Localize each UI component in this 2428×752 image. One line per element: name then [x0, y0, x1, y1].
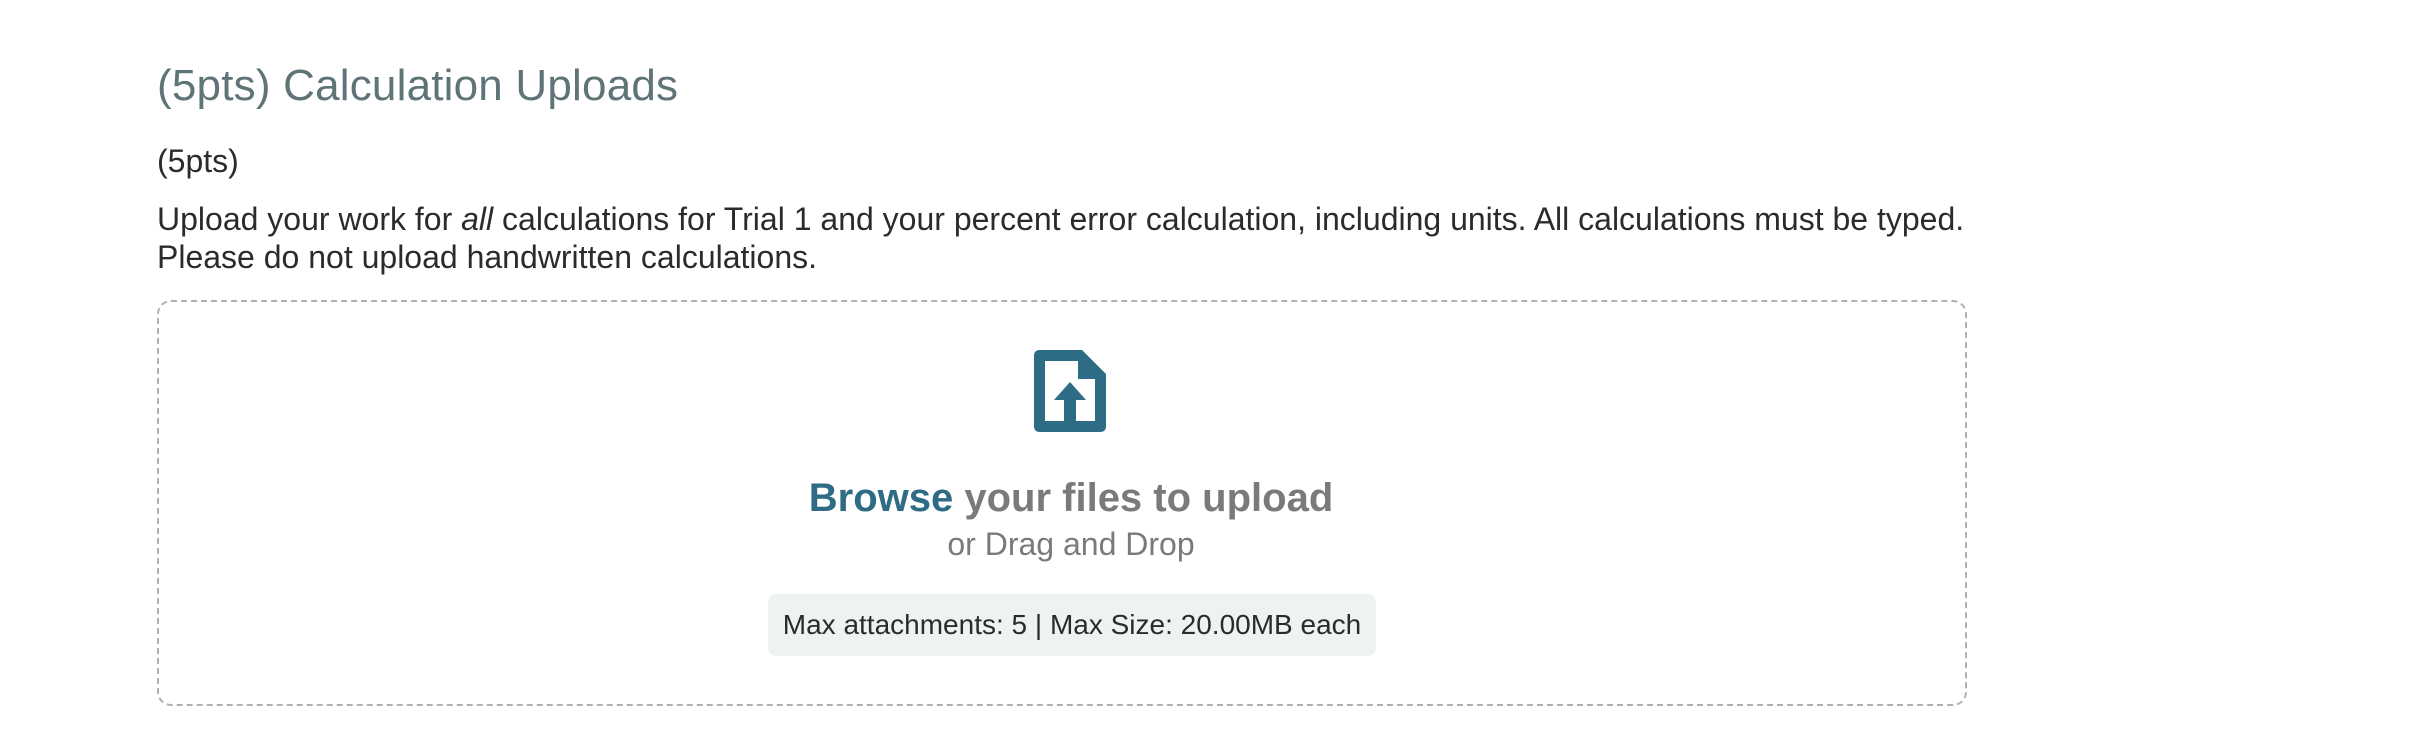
question-block: (5pts) Calculation Uploads (5pts) Upload…	[157, 50, 1977, 275]
question-prompt-start: Upload your work for	[157, 201, 462, 237]
browse-line: Browse your files to upload	[0, 474, 2142, 522]
file-upload-icon[interactable]	[1030, 346, 1110, 436]
drag-drop-hint: or Drag and Drop	[947, 526, 1195, 562]
browse-line-rest: your files to upload	[953, 476, 1334, 520]
question-prompt-emphasis: all	[461, 201, 494, 237]
question-prompt: Upload your work for all calculations fo…	[157, 200, 1977, 276]
question-points: (5pts)	[157, 143, 239, 179]
attachment-limits-badge: Max attachments: 5 | Max Size: 20.00MB e…	[768, 594, 1376, 656]
browse-link[interactable]: Browse	[809, 476, 954, 520]
question-title: (5pts) Calculation Uploads	[157, 61, 679, 110]
